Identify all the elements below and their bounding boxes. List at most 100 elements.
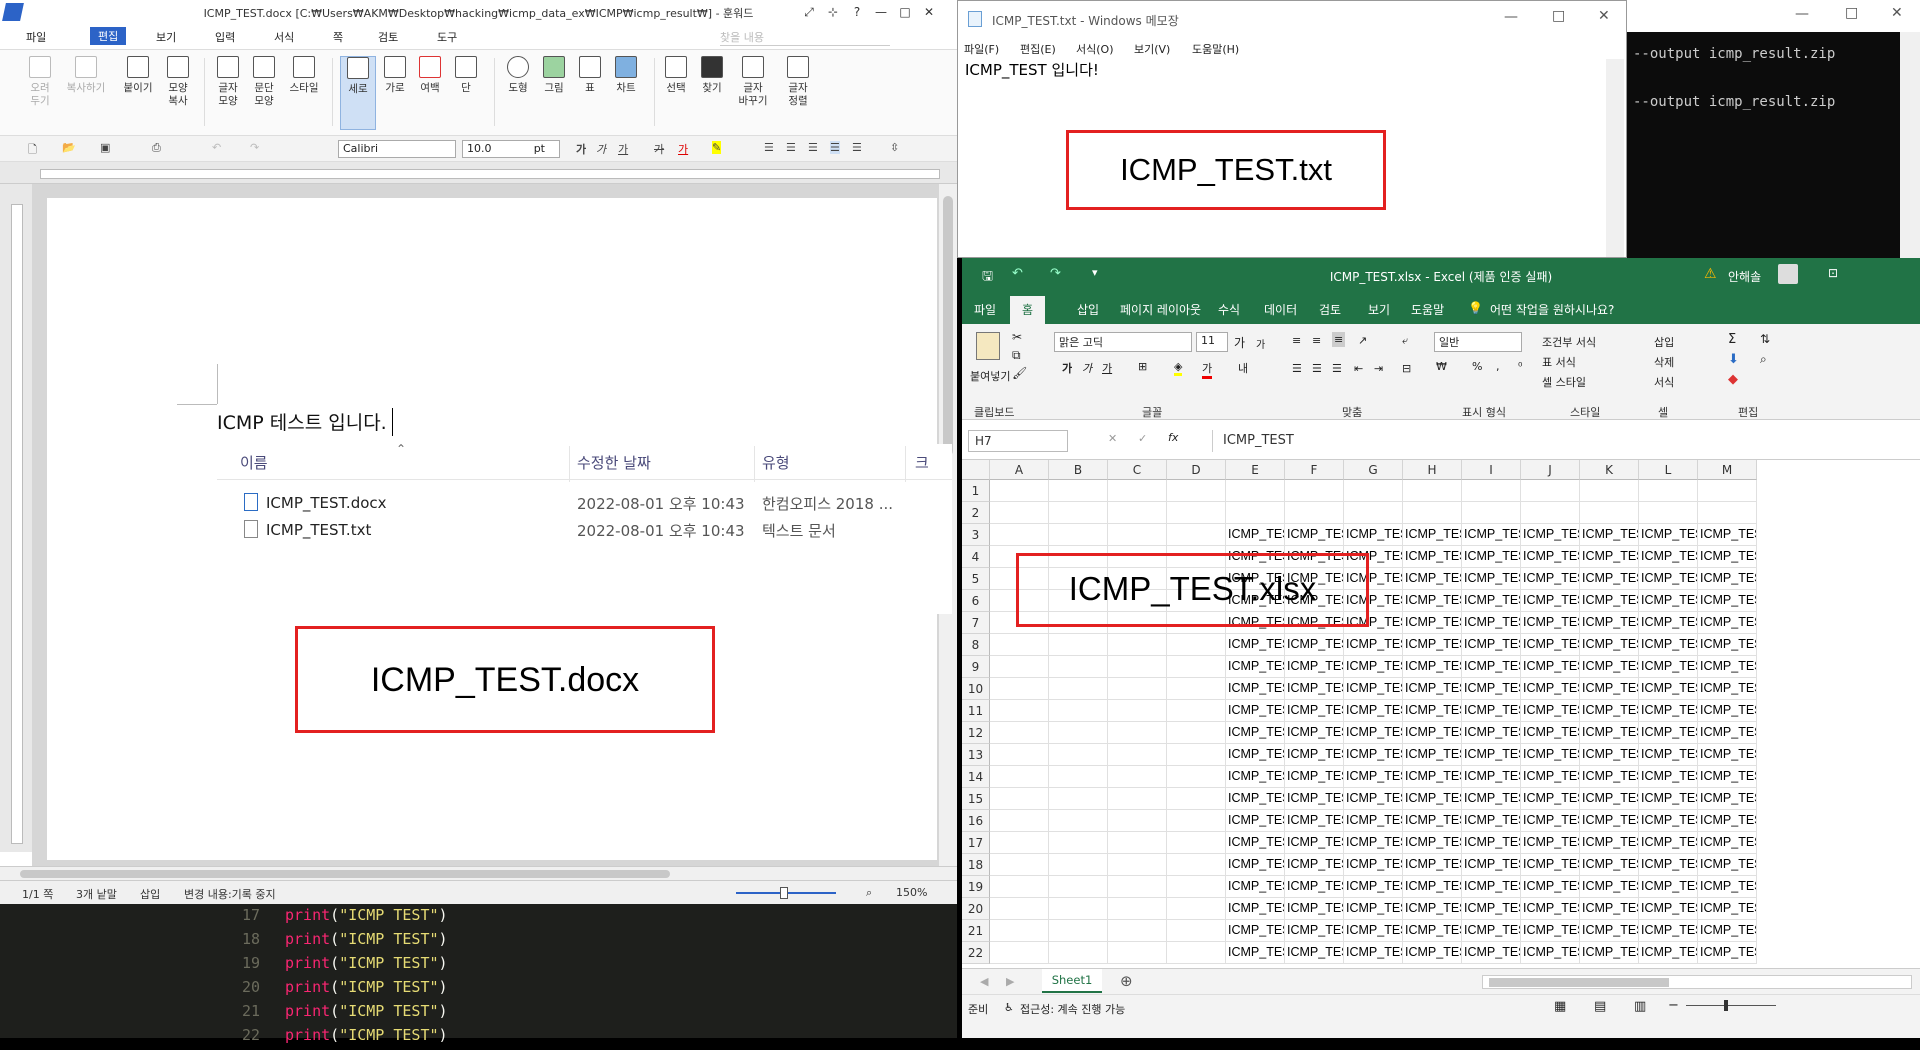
cell[interactable]: ICMP_TEST: [1639, 766, 1698, 788]
sort-button[interactable]: 글자 정렬: [780, 56, 816, 108]
cell[interactable]: ICMP_TEST: [1403, 788, 1462, 810]
replace-button[interactable]: 글자 바꾸기: [732, 56, 774, 108]
cell[interactable]: ICMP_TEST: [1521, 876, 1580, 898]
menu-page[interactable]: 쪽: [333, 29, 343, 45]
cell[interactable]: ICMP_TEST: [1521, 744, 1580, 766]
cell[interactable]: [1403, 480, 1462, 502]
horizontal-ruler[interactable]: [0, 162, 957, 184]
cell[interactable]: ICMP_TEST: [1285, 854, 1344, 876]
char-format-button[interactable]: 글자 모양: [210, 56, 246, 108]
cut-button[interactable]: 오려 두기: [22, 56, 58, 108]
column-header[interactable]: C: [1108, 460, 1167, 480]
column-header[interactable]: D: [1167, 460, 1226, 480]
cell[interactable]: ICMP_TEST: [1285, 744, 1344, 766]
col-divider[interactable]: [569, 446, 570, 482]
menu-review[interactable]: 검토: [378, 29, 398, 45]
cell[interactable]: ICMP_TEST: [1344, 810, 1403, 832]
cell[interactable]: [1167, 480, 1226, 502]
excel-zoom-thumb[interactable]: [1724, 1000, 1728, 1011]
row-header[interactable]: 21: [962, 920, 990, 942]
column-header[interactable]: K: [1580, 460, 1639, 480]
cell[interactable]: ICMP_TEST: [1403, 744, 1462, 766]
np-menu-format[interactable]: 서식(O): [1076, 41, 1113, 57]
cell[interactable]: [1049, 832, 1108, 854]
row-header[interactable]: 8: [962, 634, 990, 656]
cell[interactable]: [1108, 766, 1167, 788]
cell[interactable]: ICMP_TEST: [1462, 810, 1521, 832]
menu-edit[interactable]: 편집: [90, 27, 127, 45]
cell[interactable]: ICMP_TEST: [1698, 810, 1757, 832]
code-line[interactable]: 19 print("ICMP TEST"): [0, 954, 957, 978]
zoom-level[interactable]: 150%: [896, 886, 927, 899]
document-text[interactable]: ICMP 테스트 입니다.: [217, 408, 387, 435]
cell[interactable]: [990, 854, 1049, 876]
vertical-ruler[interactable]: [0, 184, 32, 852]
shape-button[interactable]: 도형: [500, 56, 536, 95]
cell[interactable]: ICMP_TEST: [1344, 942, 1403, 964]
cell[interactable]: ICMP_TEST: [1639, 524, 1698, 546]
cell[interactable]: ICMP_TEST: [1226, 678, 1285, 700]
accessibility-status[interactable]: 접근성: 계속 진행 가능: [1020, 1001, 1125, 1017]
menu-insert[interactable]: 입력: [215, 29, 235, 45]
cell[interactable]: [1639, 480, 1698, 502]
cell[interactable]: [990, 876, 1049, 898]
row-header[interactable]: 1: [962, 480, 990, 502]
name-box[interactable]: H7: [968, 430, 1068, 452]
cell[interactable]: ICMP_TEST: [1403, 568, 1462, 590]
margin-button[interactable]: 여백: [412, 56, 448, 95]
cell[interactable]: ICMP_TEST: [1639, 612, 1698, 634]
delete-cells-button[interactable]: 삭제: [1654, 354, 1674, 370]
cell[interactable]: ICMP_TEST: [1580, 700, 1639, 722]
cell[interactable]: ICMP_TEST: [1639, 810, 1698, 832]
italic-icon[interactable]: 가: [1082, 360, 1092, 376]
cell[interactable]: [1521, 480, 1580, 502]
cell[interactable]: [1049, 788, 1108, 810]
percent-icon[interactable]: %: [1472, 360, 1482, 373]
cell[interactable]: [1167, 634, 1226, 656]
prev-sheet-icon[interactable]: ◀: [980, 975, 988, 988]
wrap-text-icon[interactable]: ⤶: [1402, 334, 1408, 348]
format-cells-button[interactable]: 서식: [1654, 374, 1674, 390]
col-divider[interactable]: [754, 446, 755, 482]
cell[interactable]: [1049, 744, 1108, 766]
cell[interactable]: ICMP_TEST: [1226, 744, 1285, 766]
cell[interactable]: ICMP_TEST: [1226, 898, 1285, 920]
help-icon[interactable]: ?: [846, 3, 868, 21]
cell[interactable]: ICMP_TEST: [1521, 634, 1580, 656]
cell[interactable]: ICMP_TEST: [1403, 832, 1462, 854]
strike-icon[interactable]: 가: [654, 141, 664, 157]
cell[interactable]: ICMP_TEST: [1403, 898, 1462, 920]
cell[interactable]: ICMP_TEST: [1285, 898, 1344, 920]
close-button[interactable]: ✕: [1598, 8, 1610, 24]
cell[interactable]: ICMP_TEST: [1285, 832, 1344, 854]
align-right-icon[interactable]: ☰: [1332, 362, 1342, 375]
font-color-icon[interactable]: 가: [678, 141, 688, 157]
cell[interactable]: ICMP_TEST: [1403, 590, 1462, 612]
cell[interactable]: ICMP_TEST: [1580, 568, 1639, 590]
cell[interactable]: [1049, 656, 1108, 678]
cell[interactable]: [1108, 898, 1167, 920]
cell[interactable]: [990, 810, 1049, 832]
cell[interactable]: ICMP_TEST: [1580, 656, 1639, 678]
justify-icon[interactable]: ☰: [830, 141, 840, 154]
cell[interactable]: ICMP_TEST: [1698, 788, 1757, 810]
cell[interactable]: ICMP_TEST: [1344, 898, 1403, 920]
col-name-header[interactable]: 이름: [240, 452, 268, 473]
cell[interactable]: ICMP_TEST: [1226, 942, 1285, 964]
autosum-icon[interactable]: Σ: [1728, 332, 1736, 347]
cell[interactable]: [1108, 876, 1167, 898]
maximize-button[interactable]: □: [1552, 8, 1565, 24]
cell[interactable]: ICMP_TEST: [1580, 634, 1639, 656]
cell[interactable]: [1167, 678, 1226, 700]
track-changes[interactable]: 변경 내용:기록 중지: [184, 886, 276, 902]
horizontal-scrollbar[interactable]: [0, 866, 957, 880]
zoom-icon[interactable]: ⌕: [866, 886, 872, 900]
insert-function-icon[interactable]: fx: [1168, 431, 1178, 444]
cell[interactable]: [1698, 480, 1757, 502]
cell[interactable]: [990, 832, 1049, 854]
cell[interactable]: [1167, 524, 1226, 546]
row-header[interactable]: 12: [962, 722, 990, 744]
split-icon[interactable]: ⊹: [822, 3, 844, 21]
code-line[interactable]: 17 print("ICMP TEST"): [0, 906, 957, 930]
cell[interactable]: ICMP_TEST: [1285, 766, 1344, 788]
